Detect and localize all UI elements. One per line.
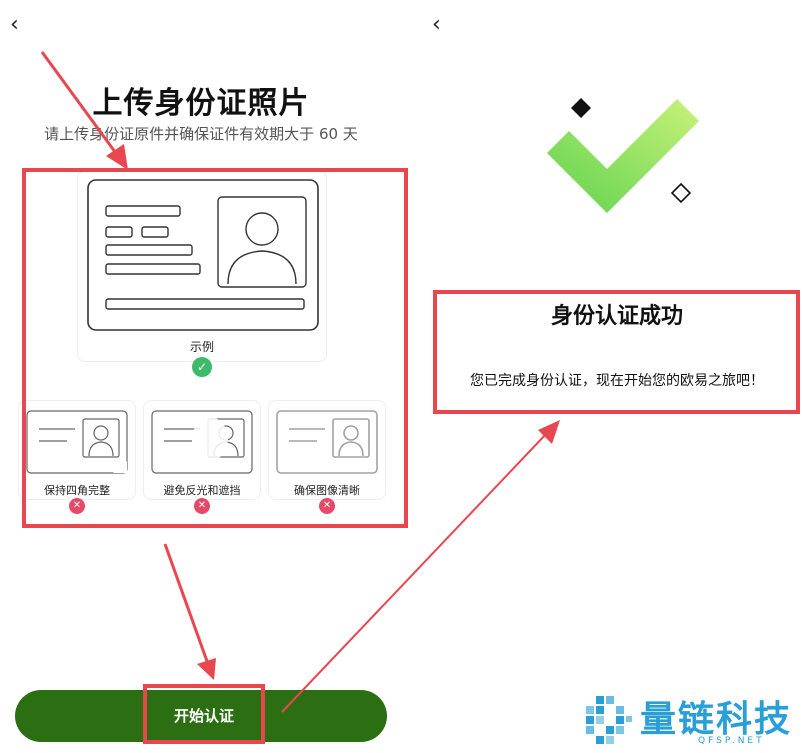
annotation-arrows [40,51,560,713]
brand-domain: QFSP.NET [698,736,765,746]
brand-name: 量链科技 [640,698,793,740]
brand-watermark: 量链科技 QFSP.NET [580,690,802,750]
brand-logo-icon [586,696,632,744]
